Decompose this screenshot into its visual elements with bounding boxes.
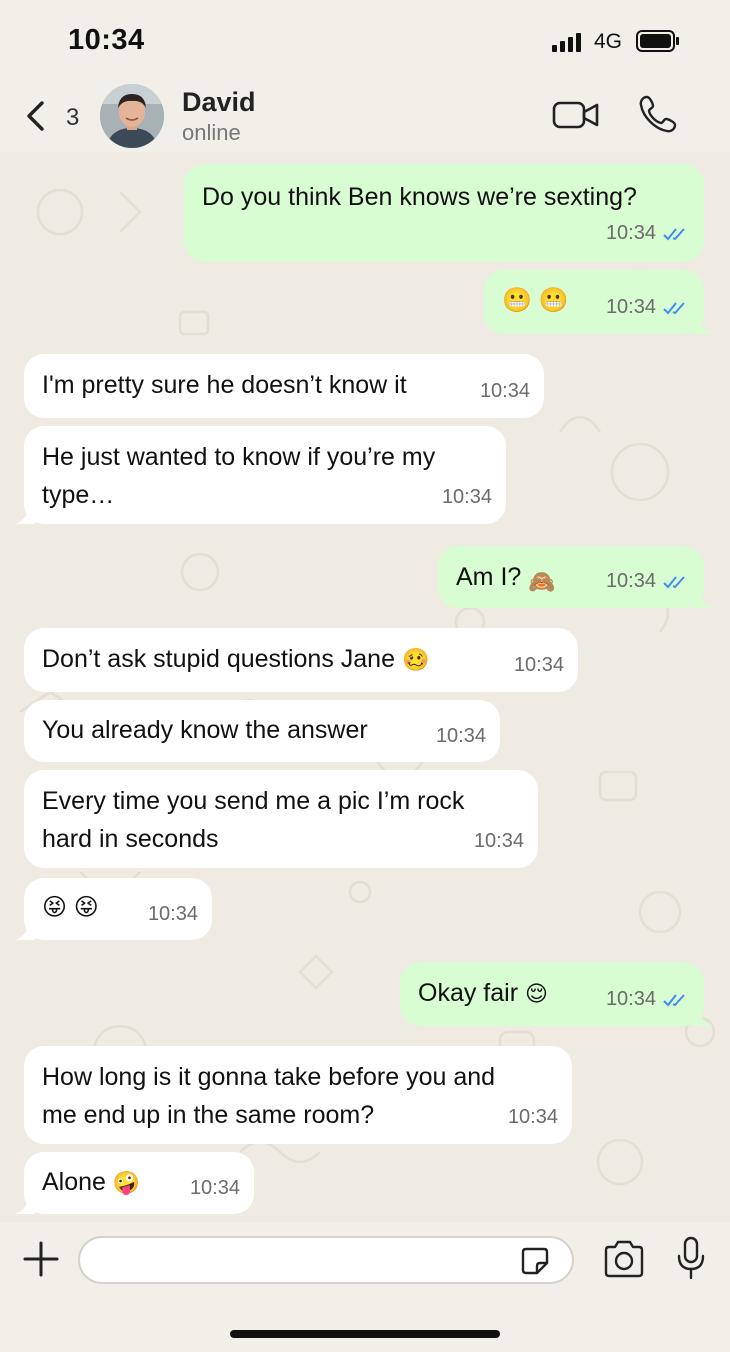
message-bubble-incoming[interactable]: Don’t ask stupid questions Jane 🥴 10:34 [24, 628, 578, 692]
contact-name[interactable]: David [182, 87, 256, 118]
message-text-line: type… [42, 481, 115, 509]
message-bubble-incoming[interactable]: Every time you send me a pic I’m rock ha… [24, 770, 538, 868]
message-text-line: me end up in the same room? [42, 1101, 375, 1129]
woozy-face-emoji: 🥴 [401, 647, 430, 672]
camera-icon[interactable] [602, 1240, 646, 1278]
message-time: 10:34 [479, 380, 530, 402]
see-no-evil-monkey-emoji: 🙈 [528, 569, 556, 594]
avatar-photo [100, 84, 164, 148]
message-bubble-incoming[interactable]: 😝 😝 10:34 [15, 878, 212, 940]
read-receipt-icon [663, 228, 685, 241]
message-bubble-incoming[interactable]: Alone 🤪 10:34 [15, 1152, 254, 1214]
video-call-icon[interactable] [552, 99, 600, 131]
message-time: 10:34 [435, 725, 486, 747]
message-text: Okay fair [418, 979, 519, 1007]
network-type: 4G [594, 30, 623, 53]
message-bubble-incoming[interactable]: You already know the answer 10:34 [24, 700, 500, 762]
message-bubble-incoming[interactable]: How long is it gonna take before you and… [24, 1046, 572, 1144]
message-text-wrap: Okay fair 😌 [418, 974, 548, 1013]
message-bubble-outgoing[interactable]: 😬 😬 10:34 [484, 270, 713, 334]
message-text: You already know the answer [42, 716, 368, 744]
message-text: Am I? [456, 563, 522, 591]
plus-icon[interactable] [22, 1240, 60, 1278]
message-meta: 10:34 [606, 288, 690, 326]
status-time: 10:34 [68, 24, 145, 56]
message-meta: 10:34 [606, 214, 690, 252]
voice-call-icon[interactable] [638, 94, 678, 134]
message-time: 10:34 [513, 654, 564, 676]
message-time: 10:34 [605, 988, 656, 1010]
message-text-line: How long is it gonna take before you and [42, 1063, 496, 1091]
message-time: 10:34 [605, 570, 656, 592]
message-composer [0, 1222, 730, 1352]
unread-count[interactable]: 3 [66, 104, 79, 132]
signal-icon [552, 33, 581, 52]
bubble-tail [15, 506, 35, 524]
message-time: 10:34 [189, 1177, 240, 1199]
message-text-line: He just wanted to know if you’re my [42, 443, 436, 471]
chat-header: 3 David online [0, 80, 730, 152]
message-text-line: Every time you send me a pic I’m rock [42, 787, 465, 815]
message-meta: 10:34 [606, 562, 690, 600]
bubble-tail [693, 590, 713, 608]
message-bubble-outgoing[interactable]: Okay fair 😌 10:34 [400, 962, 713, 1026]
message-text-wrap: Alone 🤪 [42, 1163, 140, 1202]
relieved-face-emoji: 😌 [524, 981, 548, 1006]
message-time: 10:34 [507, 1106, 558, 1128]
message-bubble-outgoing[interactable]: Am I? 🙈 10:34 [438, 546, 713, 608]
battery-icon [636, 30, 679, 52]
microphone-icon[interactable] [676, 1236, 706, 1280]
message-time: 10:34 [147, 903, 198, 925]
bubble-tail [693, 316, 713, 334]
message-time: 10:34 [473, 830, 524, 852]
read-receipt-icon [663, 576, 685, 589]
message-bubble-outgoing[interactable]: Do you think Ben knows we’re sexting? 10… [184, 164, 704, 262]
message-text: I'm pretty sure he doesn’t know it [42, 371, 407, 399]
message-time: 10:34 [605, 296, 656, 318]
bubble-tail [15, 1196, 35, 1214]
sticker-icon[interactable] [520, 1246, 550, 1276]
contact-avatar[interactable] [100, 84, 164, 148]
read-receipt-icon [663, 994, 685, 1007]
message-time: 10:34 [441, 486, 492, 508]
message-text: Alone [42, 1168, 106, 1196]
message-text: Don’t ask stupid questions Jane [42, 645, 395, 673]
message-input[interactable] [78, 1236, 574, 1284]
contact-status: online [182, 120, 241, 145]
bubble-tail [15, 922, 35, 940]
message-text-line: hard in seconds [42, 825, 219, 853]
message-text-wrap: Don’t ask stupid questions Jane 🥴 [42, 640, 429, 679]
message-text: 😬 😬 [502, 287, 569, 314]
bubble-tail [693, 1008, 713, 1026]
message-bubble-incoming[interactable]: I'm pretty sure he doesn’t know it 10:34 [24, 354, 544, 418]
back-chevron-icon[interactable] [24, 100, 48, 132]
home-indicator[interactable] [230, 1330, 500, 1338]
message-text-wrap: Am I? 🙈 [456, 558, 556, 596]
message-time: 10:34 [605, 222, 656, 244]
read-receipt-icon [663, 302, 685, 315]
zany-face-emoji: 🤪 [112, 1170, 141, 1195]
message-text: 😝 😝 [42, 894, 99, 921]
message-bubble-incoming[interactable]: He just wanted to know if you’re my type… [15, 426, 506, 524]
message-text: Do you think Ben knows we’re sexting? [202, 183, 637, 211]
message-meta: 10:34 [606, 980, 690, 1018]
status-bar: 10:34 4G [0, 0, 730, 80]
message-list[interactable]: Do you think Ben knows we’re sexting? 10… [0, 152, 730, 1222]
